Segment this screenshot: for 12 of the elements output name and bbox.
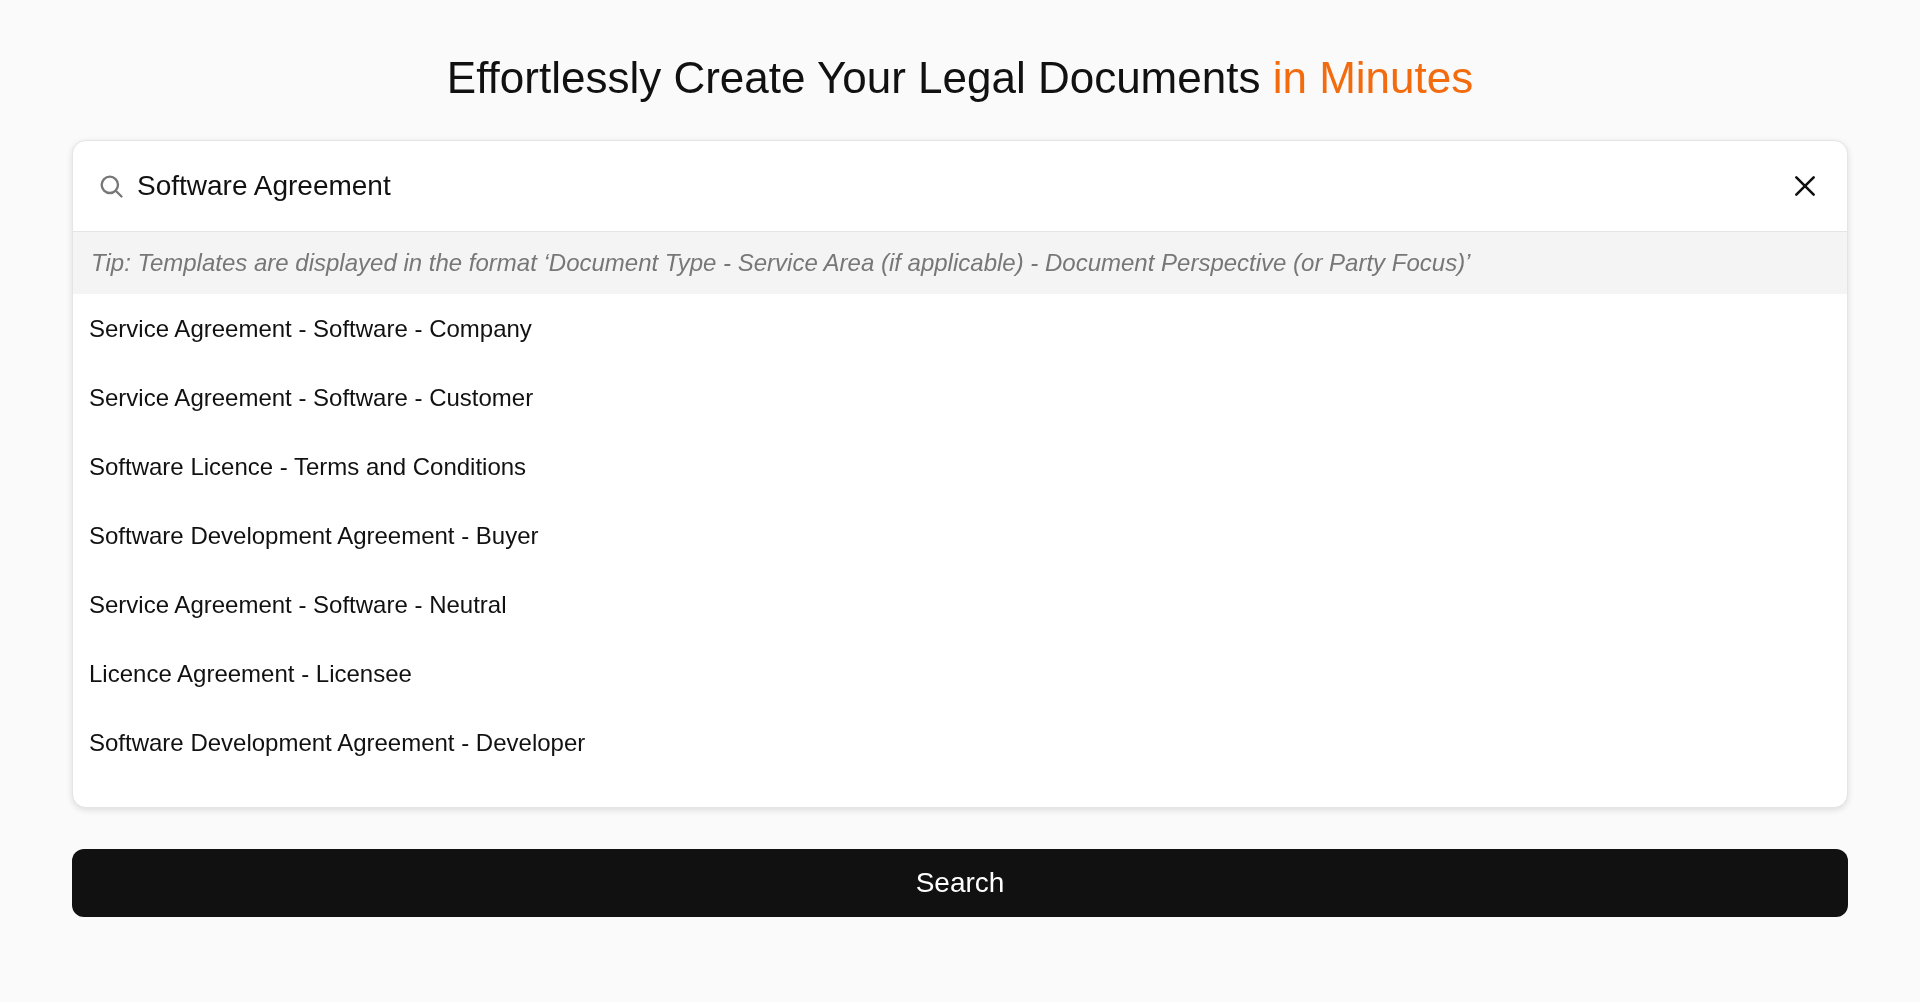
result-item[interactable]: Software Development Agreement - Buyer [89,517,539,554]
tip-text: Tip: Templates are displayed in the format ‘Document Type - Service Area (if applicable) - Document Perspective (or Party Focus)’ [91,248,1471,278]
search-field[interactable]: Software Agreement [137,165,1775,207]
result-item[interactable]: Service Agreement - Software - Customer [89,379,534,416]
result-item[interactable]: Software Licence - Terms and Conditions [89,448,527,485]
result-item[interactable]: Service Agreement - Software - Neutral [89,586,507,623]
page-heading: Effortlessly Create Your Legal Documents in Minutes [445,52,1475,104]
result-item[interactable]: Service Agreement - Software - Company [89,310,532,347]
close-icon [1792,173,1818,199]
result-item[interactable]: Licence Agreement - Licensee [89,655,412,692]
result-item[interactable]: Software Development Agreement - Developer [89,724,586,761]
search-button[interactable]: Search [72,849,1848,917]
